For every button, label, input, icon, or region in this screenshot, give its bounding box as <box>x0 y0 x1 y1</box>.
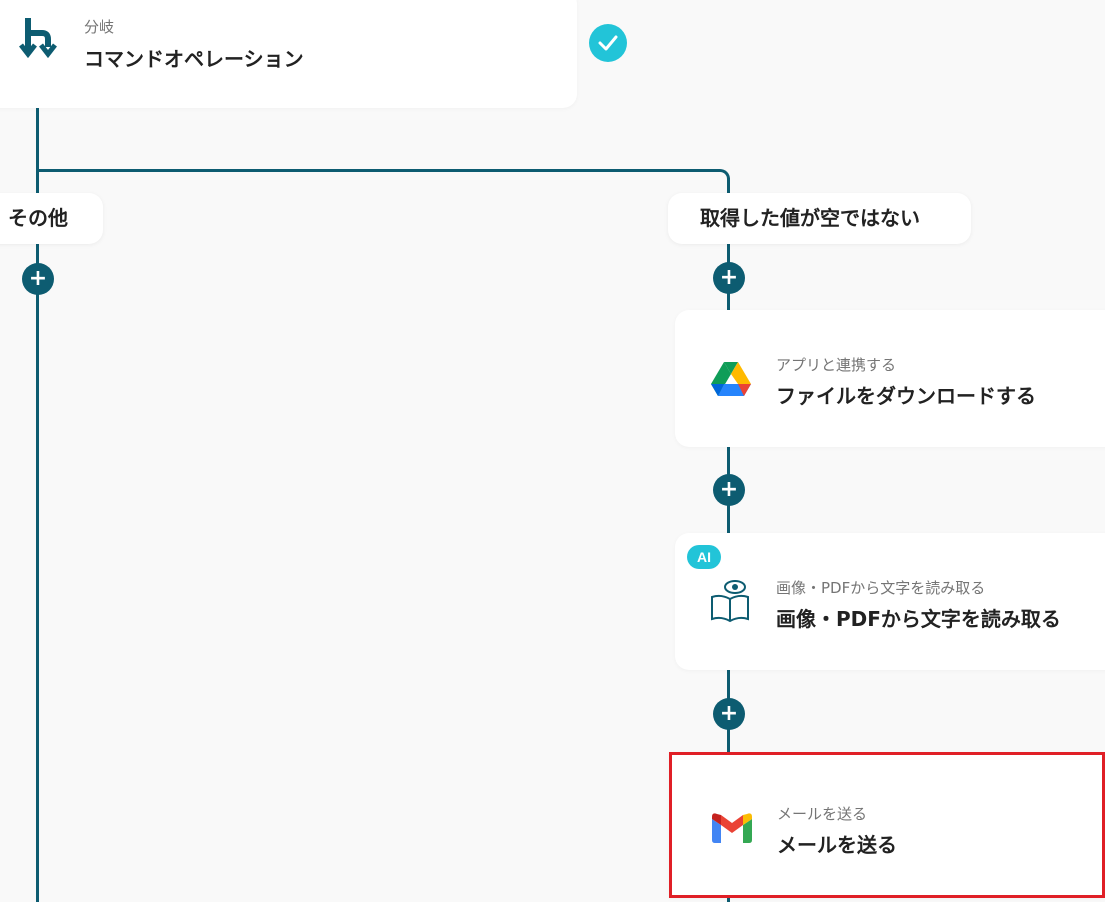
branch-step-title: コマンドオペレーション <box>84 47 304 71</box>
branch-icon <box>18 17 58 59</box>
google-drive-icon <box>711 362 751 398</box>
branch-step-card[interactable]: 分岐 コマンドオペレーション <box>0 0 577 108</box>
flow-canvas: 分岐 コマンドオペレーション その他 取得した値が空ではない + + + + ア… <box>0 0 1105 902</box>
step-card-download-file[interactable]: アプリと連携する ファイルをダウンロードする <box>675 310 1105 447</box>
step-title: ファイルをダウンロードする <box>776 384 1036 408</box>
ocr-book-eye-icon <box>709 577 751 623</box>
branch-step-type: 分岐 <box>84 18 115 36</box>
step-card-ocr[interactable]: 画像・PDFから文字を読み取る 画像・PDFから文字を読み取る <box>675 533 1105 670</box>
step-sub-label: 画像・PDFから文字を読み取る <box>776 579 986 597</box>
gmail-icon <box>712 813 752 843</box>
step-title: メールを送る <box>777 833 897 857</box>
step-sub-label: メールを送る <box>777 805 868 823</box>
ai-badge: AI <box>687 545 721 569</box>
step-card-send-mail[interactable]: メールを送る メールを送る <box>669 752 1105 898</box>
step-sub-label: アプリと連携する <box>776 356 897 374</box>
branch-label-other[interactable]: その他 <box>0 193 103 244</box>
add-step-button[interactable]: + <box>713 698 745 730</box>
completed-check-icon <box>589 24 627 62</box>
step-title: 画像・PDFから文字を読み取る <box>776 607 1061 631</box>
add-step-button[interactable]: + <box>713 262 745 294</box>
connector-branch-split <box>36 169 730 181</box>
branch-label-not-empty[interactable]: 取得した値が空ではない <box>668 193 971 244</box>
add-step-button[interactable]: + <box>713 474 745 506</box>
add-step-button[interactable]: + <box>22 263 54 295</box>
